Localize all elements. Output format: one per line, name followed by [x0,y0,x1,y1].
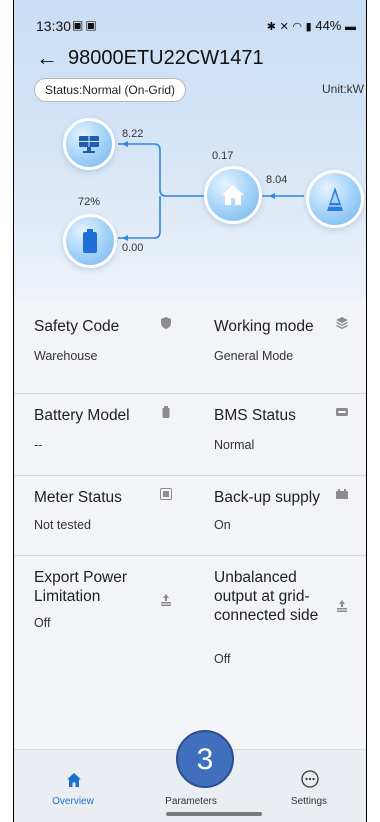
unbalanced-output-cell[interactable]: Unbalanced output at grid-connected side… [190,556,366,690]
info-row: Meter Status Not tested Back-up supply O… [14,475,366,556]
battery-model-cell[interactable]: Battery Model -- [14,394,190,474]
bms-status-value: Normal [214,438,255,452]
export-power-limitation-cell[interactable]: Export Power Limitation Off [14,556,190,690]
info-row: Export Power Limitation Off Unbalanced o… [14,555,366,690]
working-mode-cell[interactable]: Working mode General Mode [190,305,366,385]
unbalanced-icon [336,600,348,612]
gesture-handle[interactable] [166,812,262,816]
nav-overview-label: Overview [52,796,94,807]
step-number-badge: 3 [176,730,234,788]
safety-code-cell[interactable]: Safety Code Warehouse [14,305,190,385]
battery-power-value: 0.00 [122,242,144,254]
grid-node[interactable] [306,170,364,228]
home-node[interactable] [204,166,262,224]
safety-code-value: Warehouse [34,349,98,363]
unbalanced-output-label: Unbalanced output at grid-connected side [214,569,319,624]
battery-soc-value: 72% [78,196,101,208]
backup-supply-label: Back-up supply [214,489,320,506]
unbalanced-output-value: Off [214,652,231,666]
nav-parameters-label: Parameters [165,796,217,807]
working-mode-value: General Mode [214,349,294,363]
home-icon [67,773,81,787]
pv-power-value: 8.22 [122,128,144,140]
working-mode-label: Working mode [214,318,314,335]
export-limit-icon [160,594,172,606]
home-icon [222,185,244,205]
meter-icon [160,488,172,500]
backup-supply-cell[interactable]: Back-up supply On [190,476,366,556]
info-row: Safety Code Warehouse Working mode Gener… [14,305,366,385]
shield-icon [160,317,172,329]
battery-node[interactable] [63,214,117,268]
pv-node[interactable] [63,118,115,170]
meter-status-cell[interactable]: Meter Status Not tested [14,476,190,556]
bms-icon [336,406,348,418]
bms-status-cell[interactable]: BMS Status Normal [190,394,366,474]
nav-settings-label: Settings [290,796,328,807]
app-screen: 13:30 ▣▣ ✱ ✕ ◠ ▮ 44% ▬ ← 98000ETU22CW147… [13,0,367,822]
grid-arrow [269,193,275,199]
nav-settings[interactable]: Settings [250,750,366,822]
battery-model-value: -- [34,438,43,452]
load-power-value: 0.17 [212,150,234,162]
battery-icon [83,229,97,253]
solar-panel-icon [79,136,99,153]
backup-icon [336,488,348,500]
meter-status-label: Meter Status [34,489,122,506]
meter-status-value: Not tested [34,518,91,532]
pv-flow-line [118,143,212,197]
layers-icon [336,317,348,329]
nav-overview[interactable]: Overview [14,750,132,822]
backup-supply-value: On [214,518,231,532]
more-icon [301,770,319,788]
bms-status-label: BMS Status [214,407,296,424]
battery-flow-line [118,196,161,239]
export-power-limitation-label: Export Power Limitation [34,569,128,605]
battery-icon [160,406,172,418]
power-tower-icon [327,187,343,211]
grid-power-value: 8.04 [266,174,288,186]
export-power-limitation-value: Off [34,616,51,630]
battery-model-label: Battery Model [34,407,130,424]
info-row: Battery Model -- BMS Status Normal [14,393,366,474]
safety-code-label: Safety Code [34,318,120,335]
battery-arrow [122,235,128,241]
pv-arrow [122,141,128,147]
